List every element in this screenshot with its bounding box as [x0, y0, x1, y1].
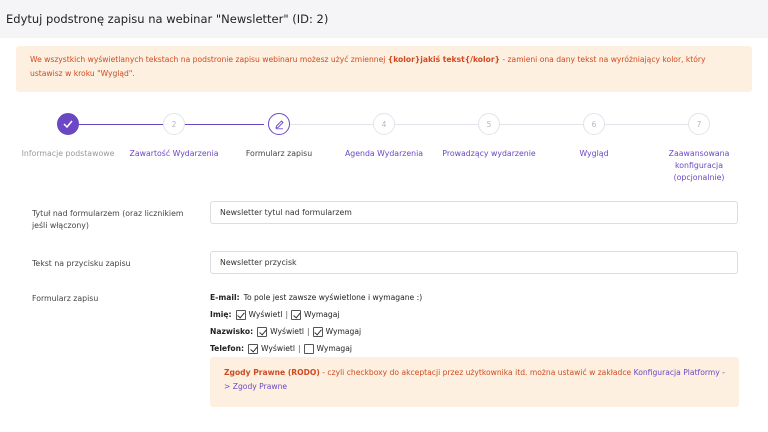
email-note: To pole jest zawsze wyświetlone i wymaga…	[243, 293, 423, 302]
step-4-circle[interactable]: 4	[373, 113, 395, 135]
step-4-label[interactable]: Agenda Wydarzenia	[345, 148, 423, 160]
step-2-label[interactable]: Zawartość Wydarzenia	[129, 148, 218, 160]
field-name: Nazwisko:	[210, 327, 254, 336]
rodo-text: - czyli checkboxy do akceptacji przez uż…	[319, 368, 634, 377]
main-card: We wszystkich wyświetlanych tekstach na …	[0, 38, 768, 432]
separator: |	[297, 344, 301, 353]
field-row-first-name: Imię: Wyświetl | Wymagaj	[210, 306, 422, 323]
step-7-label-line: (opcjonalnie)	[673, 173, 725, 182]
step-7-circle[interactable]: 7	[688, 113, 710, 135]
required-label: Wymagaj	[316, 344, 353, 353]
step-6-label[interactable]: Wygląd	[579, 148, 608, 160]
step-3-label[interactable]: Formularz zapisu	[246, 148, 312, 160]
form-fields-label: Formularz zapisu	[32, 294, 99, 303]
first-name-show-checkbox[interactable]	[235, 309, 246, 320]
email-field-name: E-mail:	[210, 293, 240, 302]
separator: |	[285, 310, 288, 319]
step-6-circle[interactable]: 6	[583, 113, 605, 135]
email-row: E-mail: To pole jest zawsze wyświetlone …	[210, 289, 422, 306]
step-5-label[interactable]: Prowadzący wydarzenie	[442, 148, 535, 160]
step-5-circle[interactable]: 5	[478, 113, 500, 135]
check-icon	[63, 120, 73, 128]
last-name-show-checkbox[interactable]	[257, 326, 268, 337]
show-label: Wyświetl	[270, 327, 305, 336]
page-title: Edytuj podstronę zapisu na webinar "News…	[6, 12, 329, 26]
notice-text: We wszystkich wyświetlanych tekstach na …	[30, 55, 388, 64]
required-label: Wymagaj	[325, 327, 362, 336]
step-7-label-line: Zaawansowana	[668, 149, 730, 158]
phone-required-checkbox[interactable]	[303, 343, 314, 354]
notice-variable: {kolor}jakiś tekst{/kolor}	[387, 55, 500, 64]
button-text-label: Tekst na przycisku zapisu	[32, 259, 131, 268]
step-7-label[interactable]: Zaawansowana konfiguracja (opcjonalnie)	[669, 148, 730, 184]
color-variable-notice: We wszystkich wyświetlanych tekstach na …	[16, 46, 752, 92]
required-label: Wymagaj	[304, 310, 340, 319]
button-text-input[interactable]	[210, 251, 738, 274]
legal-consents-notice: Zgody Prawne (RODO) - czyli checkboxy do…	[210, 357, 739, 407]
rodo-title: Zgody Prawne (RODO)	[224, 368, 320, 377]
separator: |	[307, 327, 310, 336]
step-7-label-line: konfiguracja	[675, 161, 723, 170]
show-label: Wyświetl	[248, 310, 283, 319]
title-field-label: Tytuł nad formularzem (oraz licznikiem j…	[32, 209, 184, 230]
show-label: Wyświetl	[261, 344, 295, 353]
form-fields-config: E-mail: To pole jest zawsze wyświetlone …	[210, 289, 422, 357]
first-name-required-checkbox[interactable]	[291, 309, 301, 320]
last-name-required-checkbox[interactable]	[312, 326, 323, 337]
title-input[interactable]	[210, 201, 738, 224]
step-3-circle[interactable]	[268, 113, 290, 135]
field-name: Imię:	[210, 310, 232, 319]
step-2-circle[interactable]: 2	[163, 113, 185, 135]
field-name: Telefon:	[210, 344, 245, 353]
wizard-stepper: 2 4 5 6 7 Informacje podstawowe Zawartoś…	[0, 108, 768, 198]
phone-show-checkbox[interactable]	[248, 343, 259, 354]
step-1-circle[interactable]	[57, 113, 79, 135]
field-row-phone: Telefon: Wyświetl | Wymagaj	[210, 340, 422, 357]
field-row-last-name: Nazwisko: Wyświetl | Wymagaj	[210, 323, 422, 340]
step-1-label[interactable]: Informacje podstawowe	[22, 148, 115, 160]
pencil-icon	[274, 119, 284, 129]
